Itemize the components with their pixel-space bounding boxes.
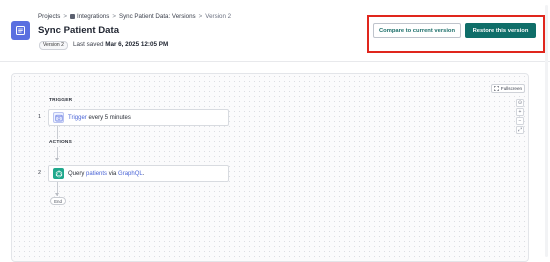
step-number: 2 (38, 170, 42, 176)
trigger-description: every 5 minutes (86, 114, 131, 121)
breadcrumb-versions[interactable]: Sync Patient Data: Versions (119, 13, 196, 20)
last-saved-label: Last saved (73, 41, 104, 48)
breadcrumb-integrations[interactable]: Integrations (69, 13, 110, 20)
trigger-step-card[interactable]: Trigger every 5 minutes (48, 109, 229, 126)
restore-version-button[interactable]: Restore this version (465, 23, 536, 38)
document-icon (11, 21, 30, 40)
breadcrumb-separator: > (63, 13, 67, 20)
connector-arrow (55, 158, 59, 161)
scrollbar[interactable] (545, 5, 548, 257)
breadcrumb-separator: > (198, 13, 203, 20)
connector-line (57, 126, 58, 139)
query-prefix: Query (68, 170, 87, 177)
patients-link[interactable]: patients (86, 171, 107, 177)
graphql-link[interactable]: GraphQL (118, 171, 143, 177)
connector-arrow (55, 193, 59, 196)
breadcrumb-integrations-label: Integrations (76, 13, 110, 20)
query-middle: via (107, 170, 119, 177)
zoom-in-button[interactable]: + (516, 108, 524, 116)
trigger-step-text: Trigger every 5 minutes (68, 115, 131, 121)
compare-version-button[interactable]: Compare to current version (373, 23, 461, 38)
graphql-icon (53, 168, 64, 179)
trigger-heading: TRIGGER (49, 98, 73, 103)
query-step-card[interactable]: Query patients via GraphQL. (48, 165, 229, 182)
integrations-icon (69, 13, 75, 19)
page-title: Sync Patient Data (38, 25, 120, 36)
query-step-text: Query patients via GraphQL. (68, 171, 144, 177)
fullscreen-button[interactable]: Fullscreen (491, 84, 525, 93)
last-saved: Last saved Mar 6, 2025 12:05 PM (73, 41, 168, 48)
zoom-out-button[interactable]: − (516, 117, 524, 125)
fit-view-button[interactable]: ⊙ (516, 99, 524, 107)
query-suffix: . (142, 170, 145, 177)
actions-heading: ACTIONS (49, 140, 72, 145)
breadcrumb-separator: > (112, 13, 116, 20)
last-saved-value: Mar 6, 2025 12:05 PM (105, 41, 169, 48)
fullscreen-label: Fullscreen (500, 86, 523, 91)
version-badge: Version 2 (39, 41, 68, 50)
center-view-button[interactable]: ⤢ (516, 126, 524, 134)
end-node: End (50, 197, 66, 205)
breadcrumb-current: Version 2 (205, 13, 232, 20)
fullscreen-icon (494, 86, 499, 91)
clock-icon (53, 112, 64, 123)
header-divider (0, 61, 550, 62)
breadcrumb-projects[interactable]: Projects (38, 13, 60, 20)
breadcrumb: Projects > Integrations > Sync Patient D… (38, 13, 231, 20)
trigger-link[interactable]: Trigger (68, 115, 87, 121)
step-number: 1 (38, 114, 42, 120)
